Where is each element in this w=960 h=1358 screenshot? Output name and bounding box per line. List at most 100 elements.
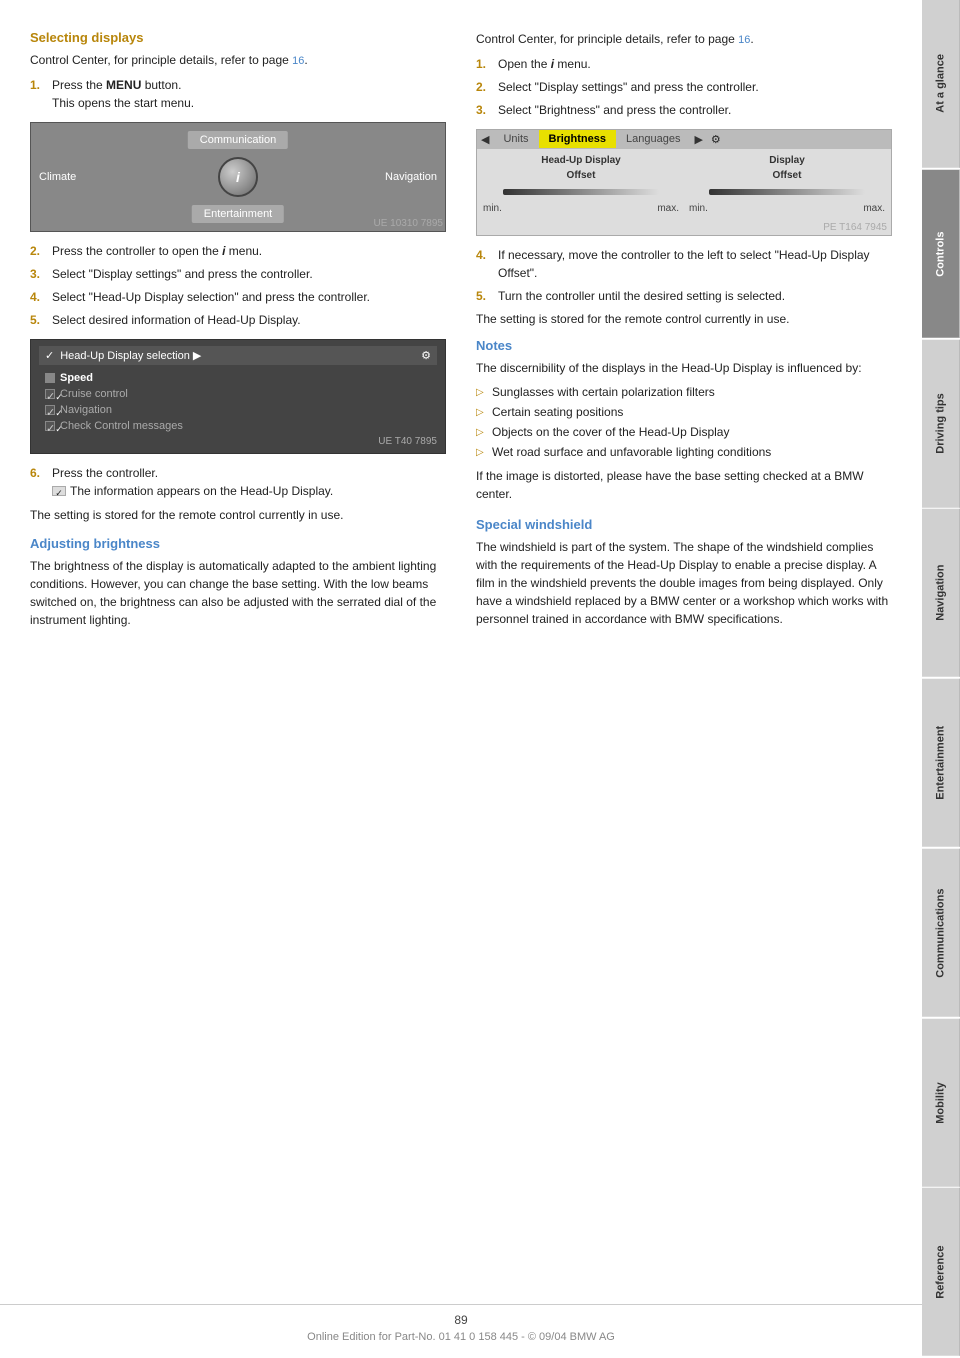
step-6: 6. Press the controller.✓ The informatio…	[30, 464, 446, 501]
step-1-text: Press the MENU button.This opens the sta…	[52, 76, 446, 112]
idrive-menu-image: Communication Climate i Navigation Enter…	[30, 122, 446, 232]
brightness-hud-col: Head-Up Display Offset min. max.	[483, 155, 679, 214]
image-ref-2: UE T40 7895	[39, 436, 437, 447]
copyright-text: Online Edition for Part-No. 01 41 0 158 …	[0, 1331, 922, 1343]
brightness-display-image: ◀ Units Brightness Languages ▶ ⚙ Head-Up…	[476, 129, 892, 236]
right-step-2-num: 2.	[476, 78, 494, 96]
special-windshield-text: The windshield is part of the system. Th…	[476, 538, 892, 628]
adjusting-brightness-text: The brightness of the display is automat…	[30, 557, 446, 629]
right-arrow-icon: ▶	[690, 130, 706, 149]
menu-navigation: Navigation	[385, 171, 437, 183]
settings-gear-icon: ⚙	[711, 133, 721, 146]
sidebar-item-controls[interactable]: Controls	[922, 170, 960, 338]
hud-max-label: max.	[657, 203, 679, 214]
hud-navigation-label: Navigation	[60, 404, 112, 416]
hud-checkmark-icon: ✓	[45, 349, 54, 362]
page-ref-1: 16	[292, 55, 304, 67]
hud-item-cruise: ✓ Cruise control	[39, 386, 437, 402]
hud-min-label: min.	[483, 203, 502, 214]
step-2-text: Press the controller to open the i menu.	[52, 242, 446, 260]
right-step-5-text: Turn the controller until the desired se…	[498, 287, 892, 305]
display-offset-label1: Display	[769, 155, 805, 166]
step-3-text: Select "Display settings" and press the …	[52, 265, 446, 283]
step-1-num: 1.	[30, 76, 48, 112]
selecting-displays-heading: Selecting displays	[30, 30, 446, 45]
step-2-num: 2.	[30, 242, 48, 260]
hud-minmax: min. max.	[483, 203, 679, 214]
display-max-label: max.	[863, 203, 885, 214]
sidebar-item-communications[interactable]: Communications	[922, 849, 960, 1017]
hud-title-label: Head-Up Display selection ▶	[60, 349, 201, 362]
notes-item-3: Objects on the cover of the Head-Up Disp…	[476, 423, 892, 441]
right-intro: Control Center, for principle details, r…	[476, 30, 892, 49]
display-min-label: min.	[689, 203, 708, 214]
hud-selection-image: ✓ Head-Up Display selection ▶ ⚙ Speed ✓ …	[30, 339, 446, 454]
step-4-num: 4.	[30, 288, 48, 306]
brightness-body: Head-Up Display Offset min. max. Display…	[477, 149, 891, 220]
menu-communication: Communication	[188, 131, 288, 149]
menu-center-button: i	[218, 157, 258, 197]
hud-speed-label: Speed	[60, 372, 93, 384]
right-step-2: 2. Select "Display settings" and press t…	[476, 78, 892, 96]
sidebar-item-reference[interactable]: Reference	[922, 1188, 960, 1356]
right-step-1-num: 1.	[476, 55, 494, 73]
right-page-ref: 16	[738, 34, 750, 46]
display-minmax: min. max.	[689, 203, 885, 214]
menu-climate: Climate	[39, 171, 76, 183]
step-2: 2. Press the controller to open the i me…	[30, 242, 446, 260]
right-step-4-text: If necessary, move the controller to the…	[498, 246, 892, 282]
hud-settings-icon: ⚙	[421, 349, 431, 362]
right-step-3-text: Select "Brightness" and press the contro…	[498, 101, 892, 119]
notes-item-1: Sunglasses with certain polarization fil…	[476, 383, 892, 401]
selecting-displays-intro: Control Center, for principle details, r…	[30, 51, 446, 70]
page-number: 89	[0, 1313, 922, 1327]
image-ref-1: UE 10310 7895	[373, 218, 443, 229]
brightness-tab-languages: Languages	[616, 130, 690, 148]
footer: 89 Online Edition for Part-No. 01 41 0 1…	[0, 1304, 922, 1343]
hud-check-control-label: Check Control messages	[60, 420, 183, 432]
main-content: Selecting displays Control Center, for p…	[0, 0, 922, 1358]
left-column: Selecting displays Control Center, for p…	[30, 30, 446, 1318]
hud-checkbox-cruise: ✓	[45, 389, 55, 399]
sidebar-item-entertainment[interactable]: Entertainment	[922, 679, 960, 847]
hud-item-speed: Speed	[39, 370, 437, 386]
hud-checkbox-navigation: ✓	[45, 405, 55, 415]
hud-brightness-slider	[503, 189, 660, 195]
right-step-4: 4. If necessary, move the controller to …	[476, 246, 892, 282]
right-step-1: 1. Open the i menu.	[476, 55, 892, 73]
brightness-tab-units: Units	[493, 130, 538, 148]
hud-checkbox-check-control: ✓	[45, 421, 55, 431]
sidebar-item-at-a-glance[interactable]: At a glance	[922, 0, 960, 168]
step-6-text: Press the controller.✓ The information a…	[52, 464, 446, 501]
hud-item-navigation: ✓ Navigation	[39, 402, 437, 418]
right-step-5-num: 5.	[476, 287, 494, 305]
right-step-2-text: Select "Display settings" and press the …	[498, 78, 892, 96]
right-step-3: 3. Select "Brightness" and press the con…	[476, 101, 892, 119]
notes-item-2: Certain seating positions	[476, 403, 892, 421]
step-6-num: 6.	[30, 464, 48, 501]
stored-note-right: The setting is stored for the remote con…	[476, 310, 892, 328]
notes-item-4: Wet road surface and unfavorable lightin…	[476, 443, 892, 461]
brightness-tabs-bar: ◀ Units Brightness Languages ▶ ⚙	[477, 130, 891, 149]
step-5-text: Select desired information of Head-Up Di…	[52, 311, 446, 329]
image-ref-3: PE T164 7945	[477, 222, 891, 235]
step-5-num: 5.	[30, 311, 48, 329]
hud-cruise-label: Cruise control	[60, 388, 128, 400]
notes-list: Sunglasses with certain polarization fil…	[476, 383, 892, 461]
brightness-display-col: Display Offset min. max.	[689, 155, 885, 214]
stored-note-left: The setting is stored for the remote con…	[30, 506, 446, 524]
distortion-note: If the image is distorted, please have t…	[476, 467, 892, 503]
right-step-5: 5. Turn the controller until the desired…	[476, 287, 892, 305]
step-1: 1. Press the MENU button.This opens the …	[30, 76, 446, 112]
display-offset-label2: Offset	[773, 170, 802, 181]
menu-entertainment: Entertainment	[192, 205, 284, 223]
adjusting-brightness-heading: Adjusting brightness	[30, 536, 446, 551]
hud-checkbox-speed	[45, 373, 55, 383]
sidebar-item-mobility[interactable]: Mobility	[922, 1019, 960, 1187]
right-step-4-num: 4.	[476, 246, 494, 282]
sidebar-item-driving-tips[interactable]: Driving tips	[922, 340, 960, 508]
notes-intro: The discernibility of the displays in th…	[476, 359, 892, 377]
step-4-text: Select "Head-Up Display selection" and p…	[52, 288, 446, 306]
notes-heading: Notes	[476, 338, 892, 353]
sidebar-item-navigation[interactable]: Navigation	[922, 509, 960, 677]
